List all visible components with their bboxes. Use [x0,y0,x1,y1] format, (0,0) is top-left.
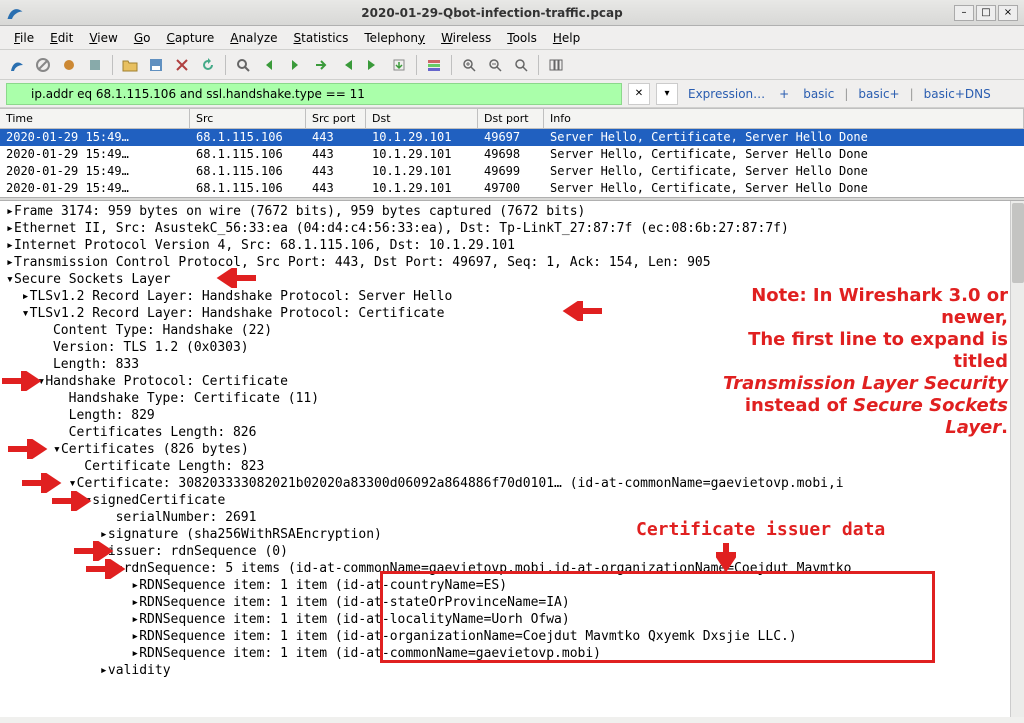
packet-list-header[interactable]: Time Src Src port Dst Dst port Info [0,109,1024,129]
tree-handshake-cert[interactable]: ▾Handshake Protocol: Certificate [0,373,1024,390]
close-file-button[interactable] [171,54,193,76]
tree-signed-cert[interactable]: ▾signedCertificate [0,492,1024,509]
auto-scroll-button[interactable] [388,54,410,76]
menu-help[interactable]: Help [547,29,586,47]
tree-hs-type[interactable]: Handshake Type: Certificate (11) [0,390,1024,407]
tree-cert-raw[interactable]: ▾Certificate: 308203333082021b02020a8330… [0,475,1024,492]
tree-certs-len[interactable]: Certificates Length: 826 [0,424,1024,441]
colorize-button[interactable] [423,54,445,76]
column-header-sport[interactable]: Src port [306,109,366,128]
window-titlebar: 2020-01-29-Qbot-infection-traffic.pcap –… [0,0,1024,26]
menu-wireless[interactable]: Wireless [435,29,497,47]
column-header-dst[interactable]: Dst [366,109,478,128]
tree-ip[interactable]: ▸Internet Protocol Version 4, Src: 68.1.… [0,237,1024,254]
tree-cert-len[interactable]: Certificate Length: 823 [0,458,1024,475]
display-filter-input[interactable] [6,83,622,105]
tree-serial[interactable]: serialNumber: 2691 [0,509,1024,526]
go-last-button[interactable] [362,54,384,76]
packet-row[interactable]: 2020-01-29 15:49…68.1.115.10644310.1.29.… [0,163,1024,180]
wireshark-icon [6,4,24,22]
main-toolbar [0,50,1024,80]
menu-go[interactable]: Go [128,29,157,47]
packet-row[interactable]: 2020-01-29 15:49…68.1.115.10644310.1.29.… [0,180,1024,197]
menu-analyze[interactable]: Analyze [224,29,283,47]
details-scrollbar[interactable] [1010,201,1024,717]
packet-list-pane: Time Src Src port Dst Dst port Info 2020… [0,108,1024,197]
menu-tools[interactable]: Tools [501,29,543,47]
resize-columns-button[interactable] [545,54,567,76]
tree-tls-cert[interactable]: ▾TLSv1.2 Record Layer: Handshake Protoco… [0,305,1024,322]
go-first-button[interactable] [336,54,358,76]
filter-preset-basicdns[interactable]: basic+DNS [920,87,995,101]
tree-rdn-locality[interactable]: ▸RDNSequence item: 1 item (id-at-localit… [0,611,1024,628]
window-close-button[interactable]: × [998,5,1018,21]
window-maximize-button[interactable]: □ [976,5,996,21]
go-to-packet-button[interactable] [310,54,332,76]
window-title: 2020-01-29-Qbot-infection-traffic.pcap [30,6,954,20]
open-file-button[interactable] [119,54,141,76]
expression-button[interactable]: Expression… [684,87,769,101]
save-file-button[interactable] [145,54,167,76]
filter-preset-basicplus[interactable]: basic+ [854,87,903,101]
find-button[interactable] [232,54,254,76]
menu-view[interactable]: View [83,29,123,47]
filter-preset-basic[interactable]: basic [799,87,838,101]
start-capture-button[interactable] [6,54,28,76]
packet-details-pane[interactable]: ▸Frame 3174: 959 bytes on wire (7672 bit… [0,201,1024,717]
tree-rdn-cn[interactable]: ▸RDNSequence item: 1 item (id-at-commonN… [0,645,1024,662]
add-filter-button[interactable]: + [775,87,793,101]
tree-validity[interactable]: ▸validity [0,662,1024,679]
go-back-button[interactable] [258,54,280,76]
tree-hs-len[interactable]: Length: 829 [0,407,1024,424]
capture-options-button[interactable] [84,54,106,76]
menu-capture[interactable]: Capture [160,29,220,47]
menu-statistics[interactable]: Statistics [288,29,355,47]
tree-length[interactable]: Length: 833 [0,356,1024,373]
menu-edit[interactable]: Edit [44,29,79,47]
restart-capture-button[interactable] [58,54,80,76]
column-header-dport[interactable]: Dst port [478,109,544,128]
tree-ethernet[interactable]: ▸Ethernet II, Src: AsustekC_56:33:ea (04… [0,220,1024,237]
window-minimize-button[interactable]: – [954,5,974,21]
tree-rdn-country[interactable]: ▸RDNSequence item: 1 item (id-at-country… [0,577,1024,594]
stop-capture-button[interactable] [32,54,54,76]
tree-content-type[interactable]: Content Type: Handshake (22) [0,322,1024,339]
zoom-in-button[interactable] [458,54,480,76]
display-filter-bar: ✕ ▾ Expression… + basic| basic+| basic+D… [0,80,1024,108]
menubar: File Edit View Go Capture Analyze Statis… [0,26,1024,50]
tree-rdnseq[interactable]: ▾rdnSequence: 5 items (id-at-commonName=… [0,560,1024,577]
tree-version[interactable]: Version: TLS 1.2 (0x0303) [0,339,1024,356]
column-header-src[interactable]: Src [190,109,306,128]
packet-list-body[interactable]: 2020-01-29 15:49…68.1.115.10644310.1.29.… [0,129,1024,197]
reload-button[interactable] [197,54,219,76]
scrollbar-thumb[interactable] [1012,203,1024,283]
tree-tcp[interactable]: ▸Transmission Control Protocol, Src Port… [0,254,1024,271]
filter-dropdown-button[interactable]: ▾ [656,83,678,105]
menu-file[interactable]: File [8,29,40,47]
zoom-reset-button[interactable] [510,54,532,76]
tree-tls-hello[interactable]: ▸TLSv1.2 Record Layer: Handshake Protoco… [0,288,1024,305]
filter-clear-button[interactable]: ✕ [628,83,650,105]
tree-signature[interactable]: ▸signature (sha256WithRSAEncryption) [0,526,1024,543]
menu-telephony[interactable]: Telephony [358,29,431,47]
column-header-info[interactable]: Info [544,109,1024,128]
tree-rdn-org[interactable]: ▸RDNSequence item: 1 item (id-at-organiz… [0,628,1024,645]
tree-frame[interactable]: ▸Frame 3174: 959 bytes on wire (7672 bit… [0,203,1024,220]
go-forward-button[interactable] [284,54,306,76]
packet-row[interactable]: 2020-01-29 15:49…68.1.115.10644310.1.29.… [0,129,1024,146]
tree-rdn-state[interactable]: ▸RDNSequence item: 1 item (id-at-stateOr… [0,594,1024,611]
tree-certificates[interactable]: ▾Certificates (826 bytes) [0,441,1024,458]
zoom-out-button[interactable] [484,54,506,76]
tree-issuer[interactable]: ▾issuer: rdnSequence (0) [0,543,1024,560]
column-header-time[interactable]: Time [0,109,190,128]
tree-ssl[interactable]: ▾Secure Sockets Layer [0,271,1024,288]
packet-row[interactable]: 2020-01-29 15:49…68.1.115.10644310.1.29.… [0,146,1024,163]
